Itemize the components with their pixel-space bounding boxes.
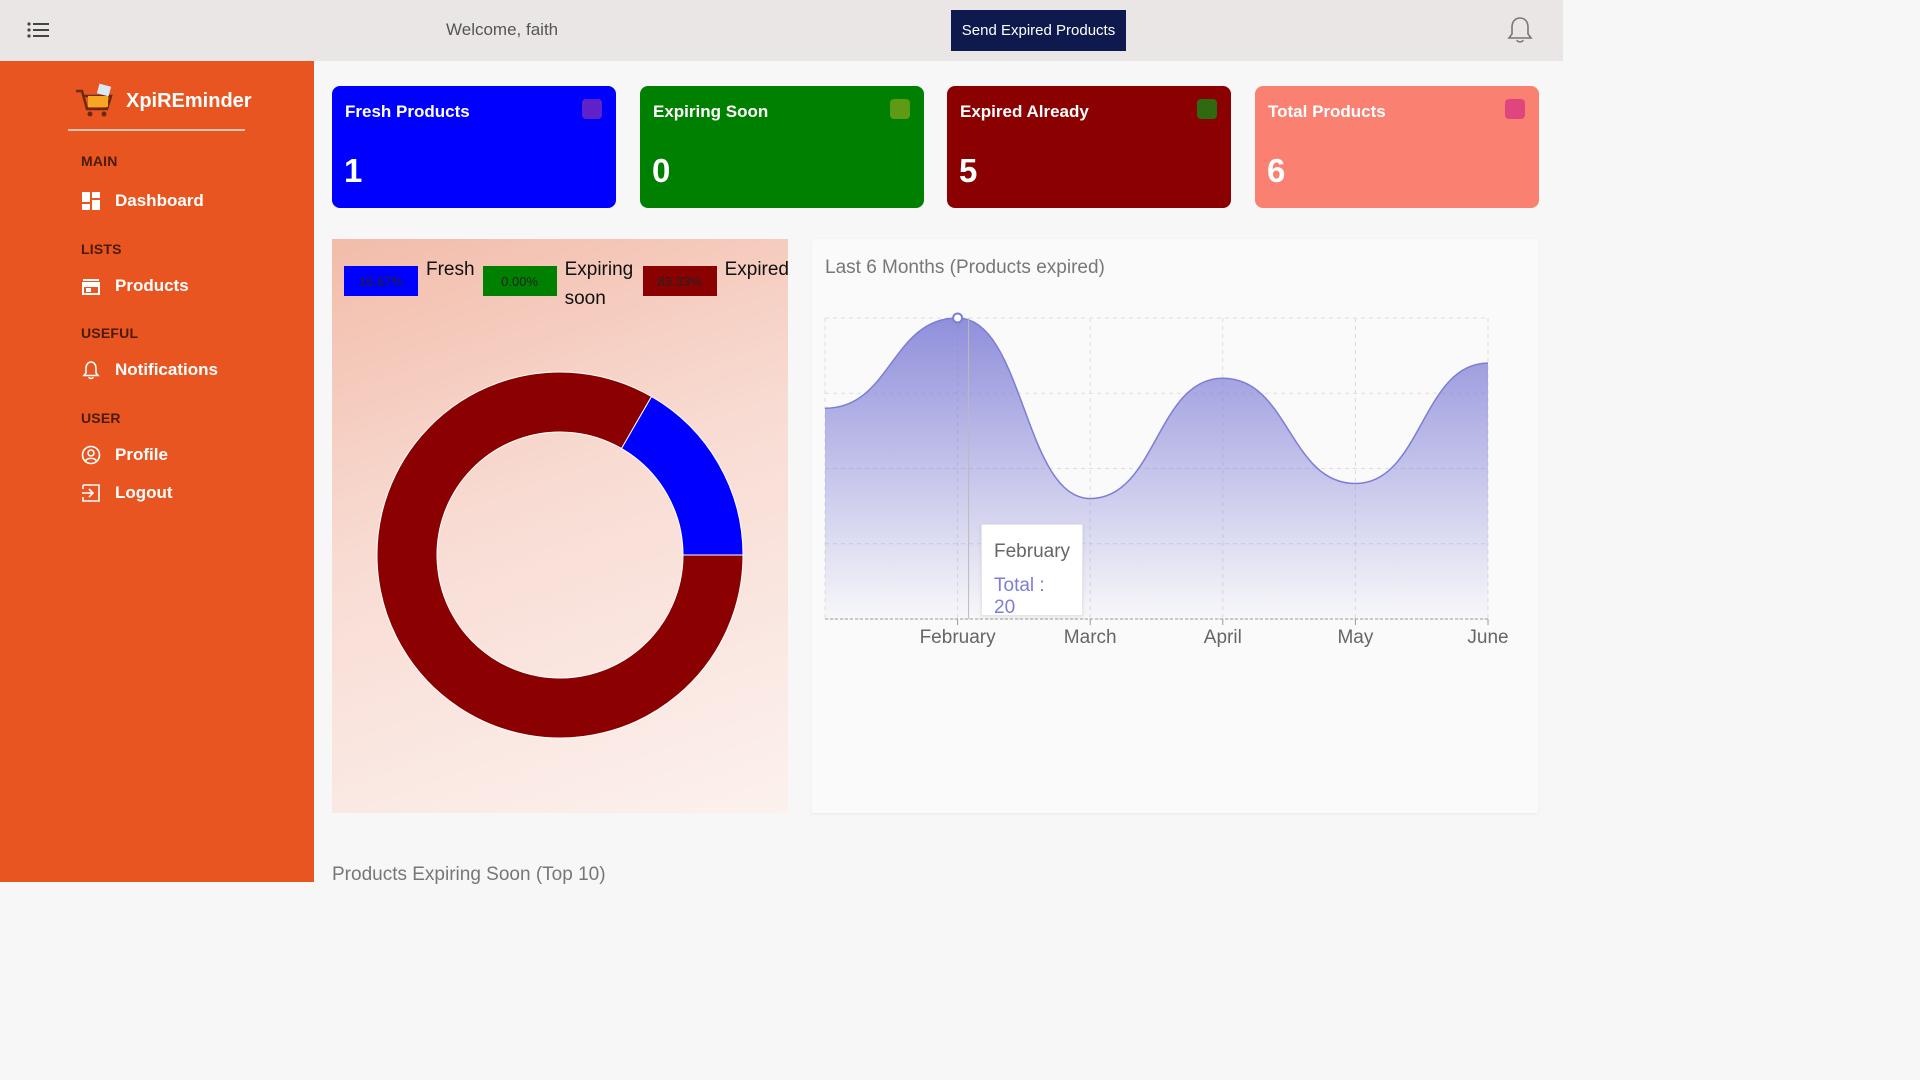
expired-trend-panel: February March April May June Last 6 Months … (812, 239, 1538, 813)
dashboard-icon (82, 192, 100, 210)
x-tick-label: May (1337, 627, 1373, 648)
section-user: USER (81, 410, 121, 426)
cart-badge-icon (890, 99, 910, 119)
card-title: Total Products (1268, 102, 1386, 121)
sidebar-item-label: Dashboard (115, 191, 204, 210)
legend-label: Expired (724, 259, 789, 280)
brand-name: XpiREminder (126, 89, 252, 112)
status-donut-chart[interactable] (376, 371, 744, 739)
expiring-soon-heading: Products Expiring Soon (Top 10) (332, 864, 606, 885)
send-expired-products-button[interactable]: Send Expired Products (951, 10, 1126, 51)
status-donut-panel: 16.67% Fresh 0.00% Expiring soon 83.33% … (332, 239, 789, 813)
card-total-products[interactable]: Total Products 6 (1255, 86, 1539, 208)
card-fresh-products[interactable]: Fresh Products 1 (332, 86, 616, 208)
section-lists: LISTS (81, 241, 122, 257)
expired-area-chart[interactable]: February March April May June (812, 239, 1538, 813)
sidebar-item-logout[interactable]: Logout (81, 483, 173, 503)
x-tick-label: February (920, 627, 997, 648)
tooltip-total: Total : 20 (994, 575, 1045, 618)
top-bar: Welcome, faith Send Expired Products (0, 0, 1563, 61)
sidebar-item-label: Logout (115, 483, 173, 502)
card-title: Expiring Soon (653, 102, 769, 121)
legend-label: Expiring soon (564, 259, 634, 309)
legend-item-expired[interactable]: 83.33% Expired (642, 255, 789, 296)
shopping-cart-logo-icon (76, 83, 113, 117)
section-main: MAIN (81, 153, 118, 169)
box-badge-icon (1505, 99, 1525, 119)
welcome-text: Welcome, faith (446, 20, 559, 39)
leaf-badge-icon (1197, 99, 1217, 119)
bell-icon (82, 361, 100, 380)
user-badge-icon (582, 99, 602, 119)
card-value: 1 (344, 152, 363, 189)
sidebar-item-label: Products (115, 276, 189, 295)
donut-legend: 16.67% Fresh 0.00% Expiring soon 83.33% … (344, 255, 797, 313)
card-value: 6 (1267, 152, 1286, 189)
card-value: 5 (959, 152, 978, 189)
sidebar-item-label: Notifications (115, 360, 218, 379)
section-useful: USEFUL (81, 325, 139, 341)
legend-item-fresh[interactable]: 16.67% Fresh (344, 255, 475, 296)
legend-swatch: 16.67% (344, 266, 418, 296)
brand[interactable]: XpiREminder (74, 83, 252, 119)
x-tick-label: March (1064, 627, 1117, 648)
user-circle-icon (81, 445, 101, 465)
x-tick-label: June (1467, 627, 1508, 648)
card-expiring-soon[interactable]: Expiring Soon 0 (640, 86, 924, 208)
tooltip-month: February (994, 541, 1071, 562)
sidebar-item-products[interactable]: Products (81, 276, 189, 296)
logout-icon (82, 484, 100, 502)
hover-point (952, 312, 964, 324)
sidebar-item-dashboard[interactable]: Dashboard (81, 191, 204, 211)
x-tick-label: April (1204, 627, 1242, 648)
card-title: Fresh Products (345, 102, 470, 121)
card-value: 0 (652, 152, 671, 189)
legend-label: Fresh (426, 259, 475, 280)
legend-swatch: 83.33% (642, 266, 717, 296)
sidebar-item-profile[interactable]: Profile (81, 445, 168, 465)
legend-item-expiring[interactable]: 0.00% Expiring soon (482, 255, 635, 313)
sidebar: XpiREminder MAIN Dashboard LISTS Product… (0, 61, 314, 882)
card-expired-already[interactable]: Expired Already 5 (947, 86, 1231, 208)
chart-tooltip: February Total : 20 (981, 524, 1083, 618)
sidebar-item-label: Profile (115, 445, 168, 464)
brand-divider (68, 129, 245, 131)
menu-list-icon[interactable] (26, 20, 52, 40)
notification-bell-icon[interactable] (1506, 15, 1534, 45)
legend-swatch: 0.00% (482, 266, 557, 296)
sidebar-item-notifications[interactable]: Notifications (81, 360, 218, 380)
donut-slice-fresh[interactable] (620, 395, 744, 556)
store-icon (82, 279, 100, 295)
chart-title: Last 6 Months (Products expired) (825, 257, 1105, 278)
card-title: Expired Already (960, 102, 1089, 121)
